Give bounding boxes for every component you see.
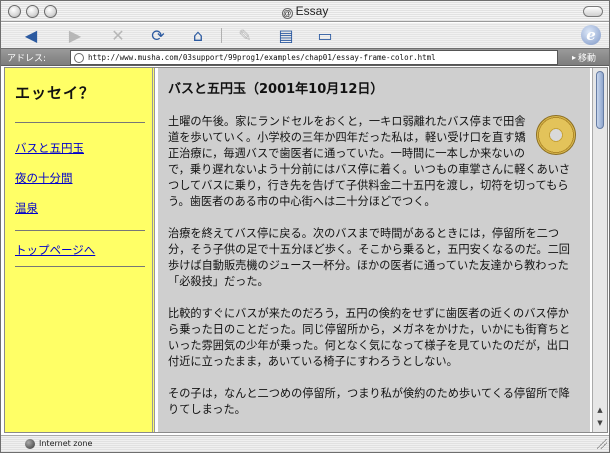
page-icon: @: [281, 8, 293, 19]
sidebar-title: エッセイ？: [15, 84, 96, 102]
zone-icon: [25, 439, 35, 449]
essay-paragraph: 土曜の午後。家にランドセルをおくと，一キロ弱離れたバス停まで田舎道を歩いていく。…: [168, 114, 578, 210]
scrollbar-thumb[interactable]: [596, 71, 604, 129]
toolbar-toggle-button[interactable]: [583, 6, 603, 17]
go-button[interactable]: ▸ 移動: [563, 50, 605, 65]
essay-links: バスと五円玉 夜の十分間 温泉: [15, 129, 152, 216]
refresh-icon[interactable]: ⟳: [148, 26, 168, 45]
essay-paragraph-text: 土曜の午後。家にランドセルをおくと，一キロ弱離れたバス停まで田舎道を歩いていく。…: [168, 115, 571, 208]
essay-paragraph: 比較的すぐにバスが来たのだろう，五円の倹約をせずに歯医者の近くのバス停から乗った…: [168, 307, 571, 368]
address-url[interactable]: http://www.musha.com/03support/99prog1/e…: [88, 53, 436, 62]
toolbar: ◀ ▶ ✕ ⟳ ⌂ ✎ ▤ ▭ e: [1, 23, 609, 48]
essay-link-bus[interactable]: バスと五円玉: [15, 140, 152, 156]
print-icon[interactable]: ▤: [276, 26, 296, 45]
vertical-scrollbar[interactable]: ▲ ▼: [592, 68, 607, 432]
essay-paragraph: 治療を終えてバス停に戻る。次のバスまで時間があるときには，停留所を二つ分，そう子…: [168, 227, 570, 288]
go-button-label: 移動: [578, 54, 597, 64]
window-title: @ Essay: [1, 4, 609, 19]
essay-title: バスと五円玉（2001年10月12日）: [168, 82, 384, 97]
divider: [15, 230, 145, 231]
essay-frame: バスと五円玉（2001年10月12日） 土曜の午後。家にランドセルをおくと，一キ…: [158, 68, 590, 432]
back-arrow-icon[interactable]: ◀: [21, 26, 41, 45]
stop-icon[interactable]: ✕: [108, 26, 128, 45]
status-bar: Internet zone: [1, 435, 609, 452]
home-icon[interactable]: ⌂: [188, 26, 208, 45]
mail-icon[interactable]: ▭: [315, 26, 335, 45]
scroll-down-arrow-icon[interactable]: ▼: [595, 418, 605, 428]
divider: [15, 122, 145, 123]
top-page-link[interactable]: トップページへ: [15, 242, 152, 258]
navigation-frame: エッセイ？ バスと五円玉 夜の十分間 温泉 トップページへ: [5, 68, 155, 432]
essay-link-onsen[interactable]: 温泉: [15, 200, 152, 216]
address-label: アドレス:: [7, 54, 47, 64]
browser-logo-icon: e: [581, 25, 601, 45]
forward-arrow-icon[interactable]: ▶: [65, 26, 85, 45]
zone-status: Internet zone: [39, 439, 93, 448]
resize-grip-icon[interactable]: [597, 439, 607, 449]
browser-window: @ Essay ◀ ▶ ✕ ⟳ ⌂ ✎ ▤ ▭ e アドレス: http://ww…: [0, 0, 610, 453]
globe-icon: [74, 52, 84, 63]
divider: [15, 266, 145, 267]
five-yen-coin-image: [536, 115, 576, 155]
title-bar[interactable]: @ Essay: [1, 1, 609, 22]
essay-link-night[interactable]: 夜の十分間: [15, 170, 152, 186]
scroll-up-arrow-icon[interactable]: ▲: [595, 405, 605, 415]
address-input[interactable]: http://www.musha.com/03support/99prog1/e…: [70, 50, 558, 65]
content-frames: エッセイ？ バスと五円玉 夜の十分間 温泉 トップページへ バスと五円玉（200…: [4, 67, 608, 433]
autofill-icon[interactable]: ✎: [235, 26, 255, 45]
toolbar-separator: [221, 28, 222, 43]
essay-paragraph: その子は，なんと二つめの停留所，つまり私が倹約のため歩いてくる停留所で降りてしま…: [168, 387, 570, 416]
window-title-label: Essay: [295, 4, 329, 18]
address-bar: アドレス: http://www.musha.com/03support/99p…: [1, 48, 609, 66]
go-arrow-icon: ▸: [571, 53, 576, 62]
